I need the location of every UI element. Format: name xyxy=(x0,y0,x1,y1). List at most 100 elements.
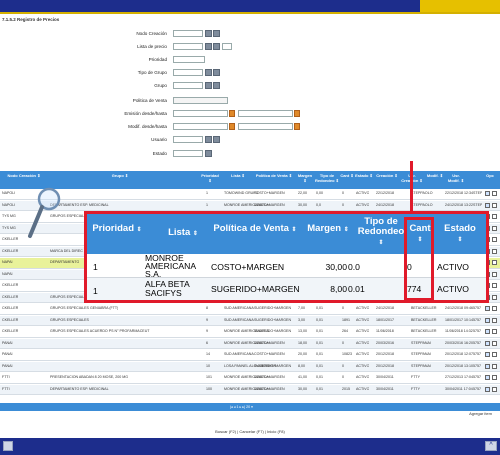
edit-icon[interactable] xyxy=(485,191,490,196)
grupo-search-button[interactable] xyxy=(205,82,212,89)
cell-prioridad: 100 xyxy=(206,386,212,391)
table-row[interactable]: NAPOLI DEPARTAMENTO ESP. MEDICINAL 1 MONROE… xyxy=(0,200,500,211)
emision-desde-input[interactable] xyxy=(173,110,228,117)
cell-margen: 30,00 xyxy=(298,202,307,207)
add-item-link[interactable]: Agregar item xyxy=(469,411,492,416)
table-row[interactable]: PANAI 10 LOSA PANNEL ALOYABOEHSR SUGERIDO+M… xyxy=(0,361,500,372)
cell-redondeo: 0,01 xyxy=(316,340,323,345)
emision-hasta-input[interactable] xyxy=(238,110,293,117)
zoom-col-politica: Política de Venta ⇕ xyxy=(209,224,301,235)
nodo-clear-button[interactable] xyxy=(213,30,220,37)
table-row[interactable]: FTTI PRESENTACION ABADAN 8 20 MOSE, 200 M… xyxy=(0,373,500,384)
cell-cant: 0 xyxy=(342,375,344,379)
select-checkbox[interactable] xyxy=(492,294,497,300)
grid-pager[interactable]: |◂ ◂ 1 ▸ ▸| 20 ▾ xyxy=(0,403,500,411)
cell-estado: ACTIVO xyxy=(356,352,370,356)
table-row[interactable]: PANAI 14 SUD AMERICANA COSTO+MARGEN 20,00 0,0… xyxy=(0,350,500,361)
table-row[interactable]: FTTI DEPARTAMENTO ESP. MEDICINAL 100 MONROE… xyxy=(0,384,500,395)
select-checkbox[interactable] xyxy=(492,248,497,254)
nodo-search-button[interactable] xyxy=(205,30,212,37)
select-checkbox[interactable] xyxy=(492,225,497,231)
edit-icon[interactable] xyxy=(485,352,490,357)
tipo-grupo-input[interactable] xyxy=(173,69,203,76)
edit-icon[interactable] xyxy=(485,386,490,392)
select-checkbox[interactable] xyxy=(492,386,497,392)
col-nodo[interactable]: Nodo Creación ⇕ xyxy=(4,173,44,179)
col-politica[interactable]: Política de Venta ⇕ xyxy=(254,173,294,179)
edit-icon[interactable] xyxy=(485,340,490,346)
select-checkbox[interactable] xyxy=(492,375,497,380)
modif-hasta-calendar-icon[interactable] xyxy=(294,123,300,130)
table-row[interactable]: CKELLER GRUPOS ESPECIALES ACUERDO PS N° P… xyxy=(0,327,500,338)
cell-modif: 27/12/2013 17:04 xyxy=(445,375,473,379)
table-row[interactable]: CKELLER GRUPOS ESPECIALES GENIABRA (FTT) 8… xyxy=(0,304,500,315)
select-checkbox[interactable] xyxy=(492,283,497,288)
cell-nodo: NAPOLI xyxy=(2,191,16,195)
cell-grupo: DEPARTAMENTO ESP. MEDICINAL xyxy=(50,386,109,391)
shortcut-links[interactable]: Buscar (F2) | Cancelar (F7) | Inicio (F8… xyxy=(0,429,500,434)
edit-icon[interactable] xyxy=(485,317,490,323)
emision-desde-calendar-icon[interactable] xyxy=(229,110,235,117)
edit-icon[interactable] xyxy=(485,363,490,369)
select-checkbox[interactable] xyxy=(492,214,497,219)
edit-icon[interactable] xyxy=(485,375,490,380)
col-modif[interactable]: Modif. ⇕ xyxy=(425,173,445,179)
table-row[interactable]: PANAI 6 MONROE AMERICANA S.A. COSTO+MARGEN 1… xyxy=(0,338,500,349)
edit-icon[interactable] xyxy=(485,329,490,334)
estado-search-button[interactable] xyxy=(205,150,212,157)
modif-desde-input[interactable] xyxy=(173,123,228,130)
emision-hasta-calendar-icon[interactable] xyxy=(294,110,300,117)
cell-politica: COSTO+MARGEN xyxy=(254,340,285,345)
col-cant[interactable]: Cant ⇕ xyxy=(340,173,354,179)
bottom-left-button[interactable] xyxy=(3,441,13,451)
col-grupo[interactable]: Grupo ⇕ xyxy=(100,173,140,179)
select-checkbox[interactable] xyxy=(492,352,497,357)
select-checkbox[interactable] xyxy=(492,191,497,196)
col-creacion[interactable]: Creación ⇕ xyxy=(375,173,399,179)
lista-search-button[interactable] xyxy=(205,43,212,50)
callout-connector xyxy=(410,161,413,211)
scroll-top-button[interactable]: ^ xyxy=(485,441,497,451)
edit-icon[interactable] xyxy=(485,306,490,311)
select-checkbox[interactable] xyxy=(492,260,497,265)
usuario-search-button[interactable] xyxy=(205,136,212,143)
zoom-redondeo: 0.01 xyxy=(348,284,365,294)
cell-modif: 18/01/2017 10:14 xyxy=(445,317,473,322)
lista-clear-button[interactable] xyxy=(213,43,220,50)
col-usr-modif[interactable]: Usr. Modif. ⇕ xyxy=(446,173,466,183)
tipo-grupo-search-button[interactable] xyxy=(205,69,212,76)
grupo-input[interactable] xyxy=(173,82,203,89)
select-checkbox[interactable] xyxy=(492,202,497,208)
cant-highlight-box xyxy=(404,217,434,300)
col-redondeo[interactable]: Tipo de Redondeo ⇕ xyxy=(314,173,340,183)
select-checkbox[interactable] xyxy=(492,340,497,346)
prioridad-input[interactable] xyxy=(173,56,205,63)
cell-margen: 22,00 xyxy=(298,191,307,195)
col-margen[interactable]: Margen ⇕ xyxy=(297,173,313,183)
edit-icon[interactable] xyxy=(485,202,490,208)
select-checkbox[interactable] xyxy=(492,237,497,242)
select-checkbox[interactable] xyxy=(492,363,497,369)
table-row[interactable]: CKELLER GRUPOS ESPECIALES 9 SUD AMERICANA SU… xyxy=(0,315,500,326)
lista-extra-input[interactable] xyxy=(222,43,232,50)
col-estado[interactable]: Estado ⇕ xyxy=(354,173,374,179)
modif-hasta-input[interactable] xyxy=(238,123,293,130)
select-checkbox[interactable] xyxy=(492,271,497,277)
nodo-input[interactable] xyxy=(173,30,203,37)
usuario-clear-button[interactable] xyxy=(213,136,220,143)
table-row[interactable]: NAPOLI 1 TOMOWIND GRUPO COSTO+MARGEN 22,00 0,… xyxy=(0,189,500,200)
col-prioridad[interactable]: Prioridad ⇕ xyxy=(199,173,221,183)
col-lista[interactable]: Lista ⇕ xyxy=(224,173,252,179)
modif-desde-calendar-icon[interactable] xyxy=(229,123,235,130)
lista-input[interactable] xyxy=(173,43,203,50)
select-checkbox[interactable] xyxy=(492,329,497,334)
estado-input[interactable] xyxy=(173,150,203,157)
label-estado: Estado xyxy=(152,151,167,156)
grupo-clear-button[interactable] xyxy=(213,82,220,89)
usuario-input[interactable] xyxy=(173,136,203,143)
select-checkbox[interactable] xyxy=(492,306,497,311)
select-checkbox[interactable] xyxy=(492,317,497,323)
pager-controls[interactable]: |◂ ◂ 1 ▸ ▸| 20 ▾ xyxy=(230,405,253,409)
tipo-grupo-clear-button[interactable] xyxy=(213,69,220,76)
politica-select[interactable] xyxy=(173,97,228,104)
